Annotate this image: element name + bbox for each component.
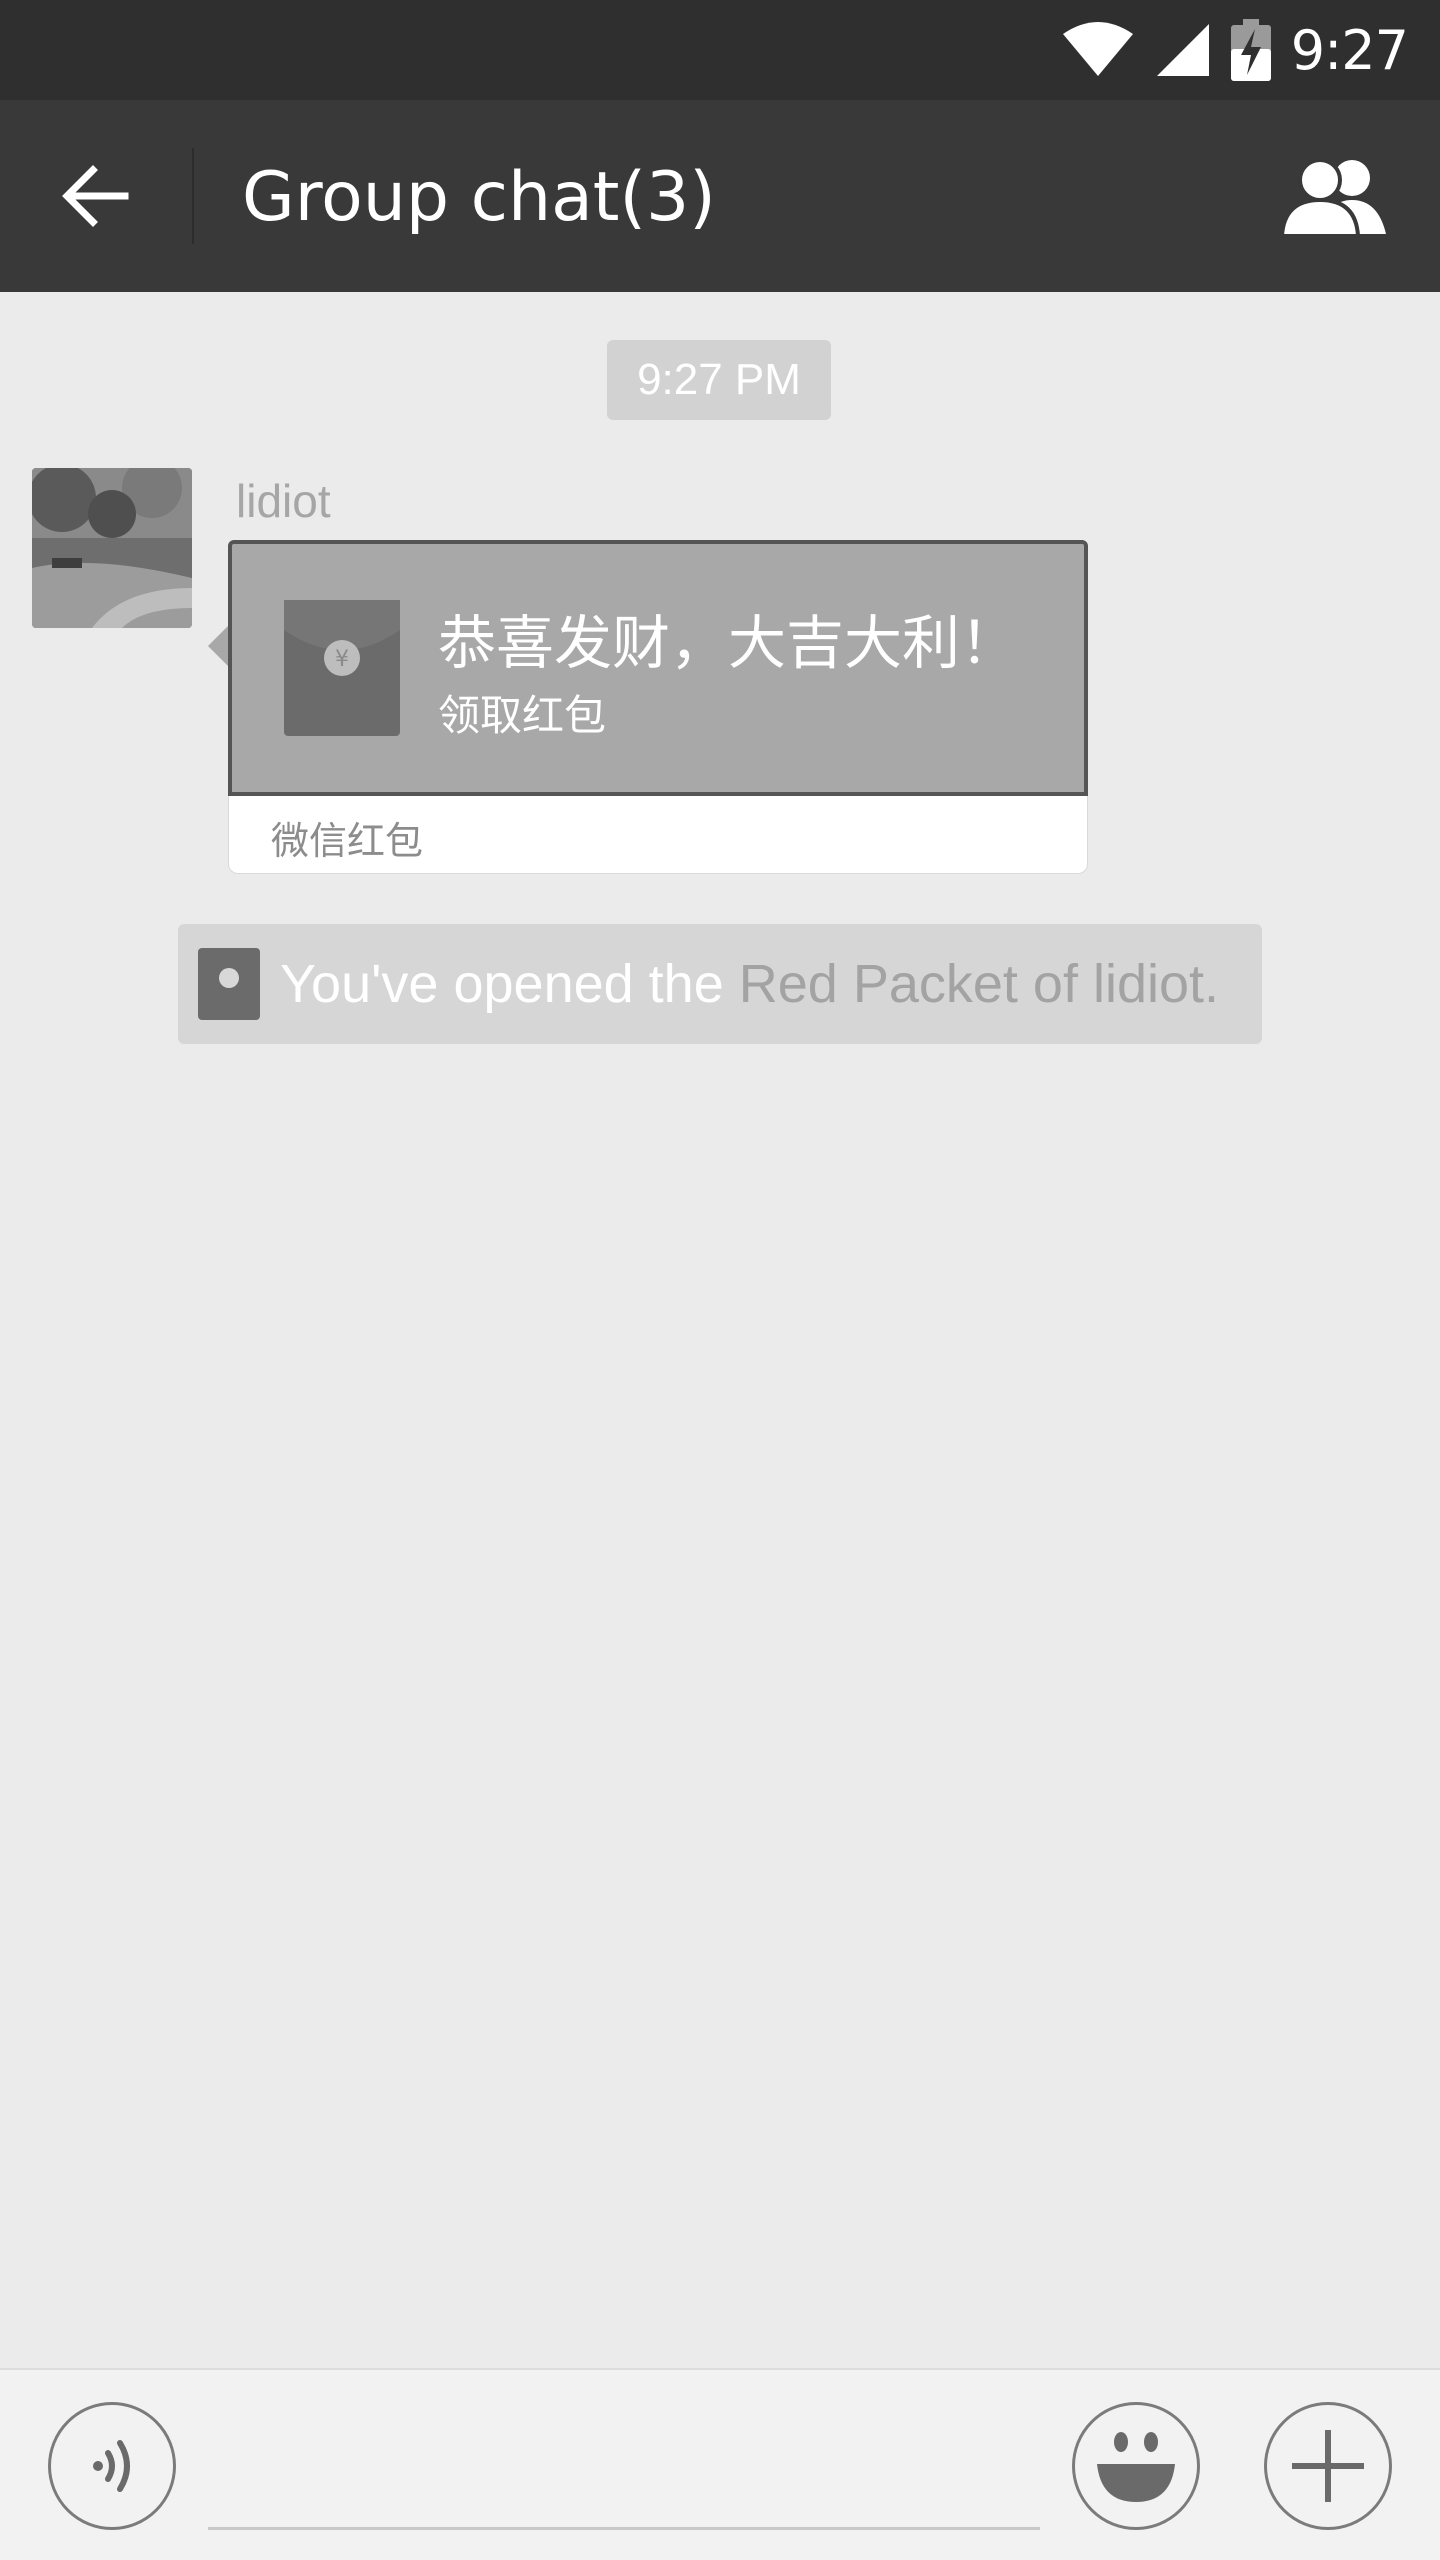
group-members-icon [1280, 158, 1386, 236]
avatar-photo [32, 468, 192, 628]
app-bar-divider [192, 148, 194, 244]
system-notice-text: You've opened the Red Packet of lidiot. [280, 953, 1219, 1015]
notice-suffix: of lidiot. [1017, 954, 1220, 1014]
red-packet-body: ¥ 恭喜发财，大吉大利！ 领取红包 [228, 540, 1088, 796]
emoji-icon [1097, 2432, 1175, 2502]
bubble-tail [208, 624, 230, 668]
red-packet-subtitle: 领取红包 [438, 691, 607, 740]
input-bar [0, 2368, 1440, 2560]
voice-input-icon [93, 2440, 130, 2492]
cell-signal-icon [1156, 24, 1209, 76]
plus-icon [1292, 2430, 1364, 2502]
more-actions-button[interactable] [1264, 2402, 1392, 2530]
notice-prefix: You've opened the [280, 954, 739, 1014]
page-title: Group chat(3) [242, 158, 716, 237]
red-packet-message[interactable]: ¥ 恭喜发财，大吉大利！ 领取红包 微信红包 [208, 540, 1088, 874]
system-notice: You've opened the Red Packet of lidiot. [178, 924, 1262, 1044]
red-packet-small-icon [198, 948, 260, 1020]
emoji-button[interactable] [1072, 2402, 1200, 2530]
message-input[interactable] [208, 2430, 1040, 2530]
app-bar: Group chat(3) [0, 100, 1440, 292]
avatar[interactable] [32, 468, 192, 628]
battery-charging-icon [1230, 19, 1271, 81]
red-packet-footer: 微信红包 [228, 796, 1088, 874]
red-packet-link[interactable]: Red Packet [739, 954, 1018, 1014]
red-packet-footer-label: 微信红包 [271, 819, 424, 863]
sender-name: lidiot [236, 475, 331, 527]
group-members-button[interactable] [1270, 146, 1400, 246]
svg-text:¥: ¥ [335, 647, 349, 672]
message-timestamp: 9:27 PM [607, 340, 831, 420]
red-packet-title: 恭喜发财，大吉大利！ [438, 609, 1019, 677]
status-icons: 9:27 [1061, 18, 1409, 82]
status-time: 9:27 [1290, 18, 1409, 82]
red-packet-icon: ¥ [284, 600, 400, 736]
wifi-icon [1062, 22, 1133, 76]
chat-area[interactable]: 9:27 PM lidiot ¥ 恭喜发财，大吉大利！ 领取红包 微信红包 Yo… [0, 292, 1440, 2368]
arrow-left-icon [62, 165, 129, 227]
status-bar: 9:27 [0, 0, 1440, 100]
voice-input-button[interactable] [48, 2402, 176, 2530]
back-button[interactable] [40, 146, 150, 246]
